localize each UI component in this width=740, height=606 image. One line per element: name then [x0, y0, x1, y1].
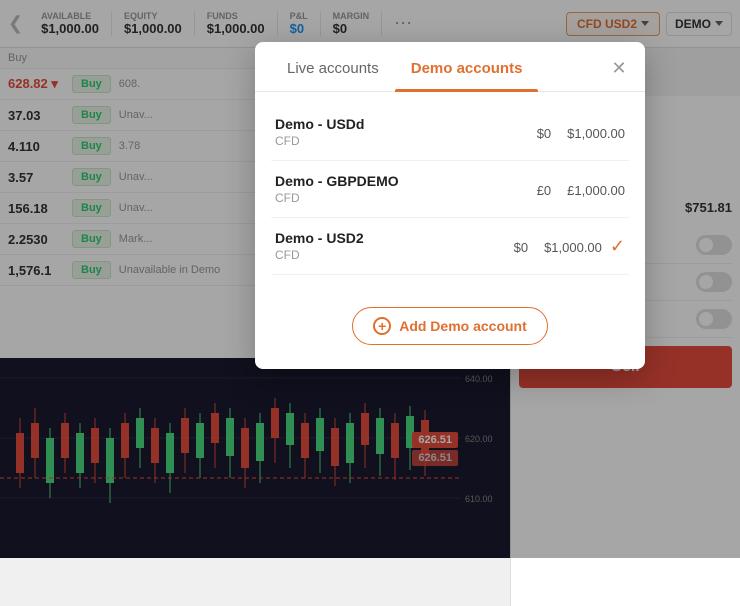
account-2-type: CFD [275, 191, 399, 205]
account-3-right: $0 $1,000.00 ✓ [514, 236, 625, 257]
account-1-type: CFD [275, 134, 364, 148]
account-2-bal2: £1,000.00 [567, 183, 625, 198]
account-1-bal2: $1,000.00 [567, 126, 625, 141]
account-3-type: CFD [275, 248, 364, 262]
add-demo-account-button[interactable]: + Add Demo account [352, 307, 548, 345]
tab-live-label: Live accounts [287, 60, 379, 77]
account-row-3[interactable]: Demo - USD2 CFD $0 $1,000.00 ✓ [271, 218, 629, 275]
account-3-info: Demo - USD2 CFD [275, 230, 364, 262]
modal-body: Demo - USDd CFD $0 $1,000.00 Demo - GBPD… [255, 92, 645, 345]
active-check-icon: ✓ [610, 236, 625, 257]
account-3-bal1: $0 [514, 240, 528, 255]
account-row-2-inner: Demo - GBPDEMO CFD £0 £1,000.00 [275, 173, 625, 205]
account-2-amounts: £0 £1,000.00 [537, 183, 625, 198]
accounts-modal: Live accounts Demo accounts ✕ Demo - USD… [255, 42, 645, 369]
account-row-1[interactable]: Demo - USDd CFD $0 $1,000.00 [271, 104, 629, 161]
account-row-2[interactable]: Demo - GBPDEMO CFD £0 £1,000.00 [271, 161, 629, 218]
account-3-name: Demo - USD2 [275, 230, 364, 246]
add-button-container: + Add Demo account [271, 291, 629, 345]
account-1-bal1: $0 [537, 126, 551, 141]
account-1-amounts: $0 $1,000.00 [537, 126, 625, 141]
tab-live-accounts[interactable]: Live accounts [271, 42, 395, 91]
tab-demo-accounts[interactable]: Demo accounts [395, 42, 539, 91]
account-3-bal2: $1,000.00 [544, 240, 602, 255]
tab-demo-label: Demo accounts [411, 60, 523, 77]
account-2-info: Demo - GBPDEMO CFD [275, 173, 399, 205]
modal-close-button[interactable]: ✕ [607, 56, 631, 80]
plus-circle-icon: + [373, 317, 391, 335]
account-2-name: Demo - GBPDEMO [275, 173, 399, 189]
account-row-1-inner: Demo - USDd CFD $0 $1,000.00 [275, 116, 625, 148]
account-1-info: Demo - USDd CFD [275, 116, 364, 148]
account-1-name: Demo - USDd [275, 116, 364, 132]
account-2-bal1: £0 [537, 183, 551, 198]
account-row-3-inner: Demo - USD2 CFD $0 $1,000.00 ✓ [275, 230, 625, 262]
add-demo-label: Add Demo account [399, 318, 527, 334]
account-3-amounts: $0 $1,000.00 [514, 240, 602, 255]
modal-tabs: Live accounts Demo accounts ✕ [255, 42, 645, 92]
